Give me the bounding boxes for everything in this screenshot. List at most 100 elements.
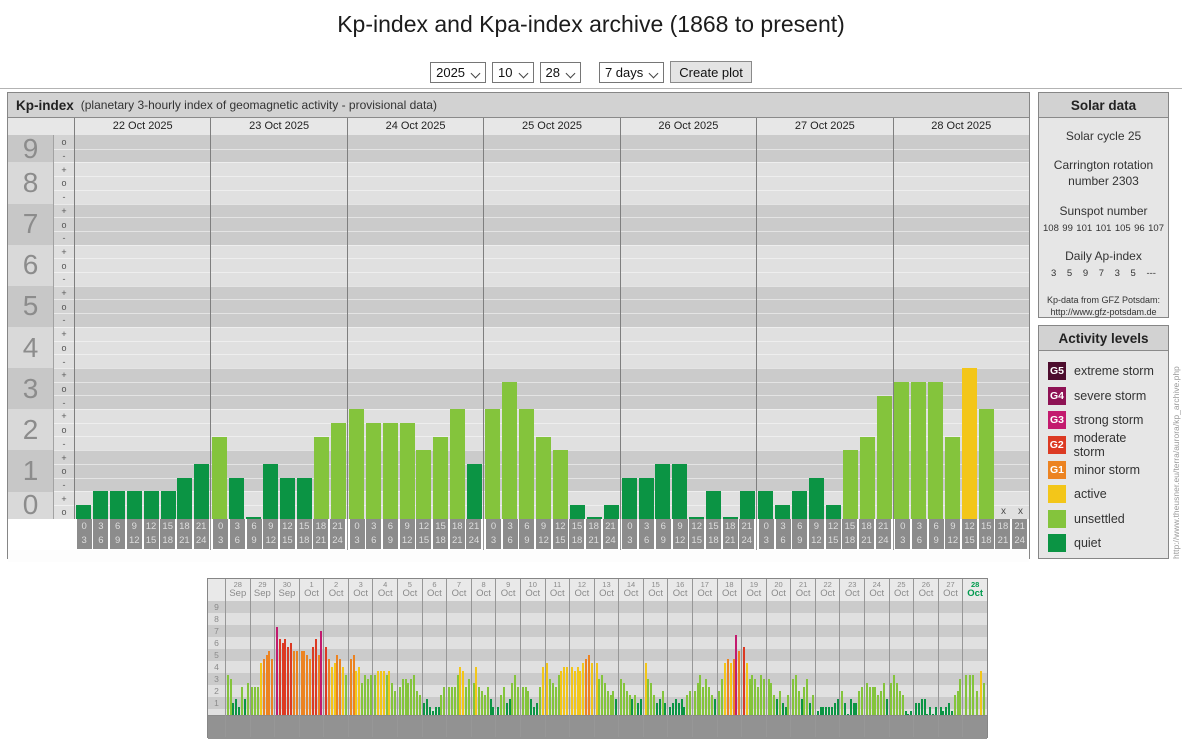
hour-label: 12 15 [552, 519, 568, 549]
overview-kp-bar [713, 699, 716, 715]
overview-day-label: 24 Oct [865, 579, 889, 601]
overview-kp-bar [748, 679, 751, 715]
kp-bar [280, 478, 296, 519]
overview-kp-bar [705, 679, 708, 715]
y-axis-label: 5 [8, 285, 53, 327]
overview-day-month: Oct [402, 588, 418, 599]
overview-kp-bar [622, 683, 625, 715]
hour-start: 18 [451, 521, 463, 532]
kp-index-chart-panel: Kp-index (planetary 3-hourly index of ge… [7, 92, 1030, 562]
hour-start: 9 [131, 521, 137, 532]
kp-bar [126, 491, 142, 519]
overview-kp-bar [606, 691, 609, 715]
overview-day-label: 10 Oct [521, 579, 545, 601]
y-axis-tick: o [54, 504, 74, 519]
overview-kp-bar [686, 695, 689, 715]
overview-kp-bar [702, 687, 705, 715]
overview-kp-bar [724, 663, 727, 715]
overview-bars [668, 601, 692, 715]
no-data-marker: x [1017, 506, 1023, 517]
overview-day-label: 28 Oct [963, 579, 987, 601]
overview-kp-bar [953, 695, 956, 715]
overview-kp-bar [344, 675, 347, 715]
overview-day-label: 3 Oct [349, 579, 373, 601]
overview-day-column: 9 Oct [495, 579, 520, 737]
hour-label: 03 [622, 519, 638, 549]
hour-label: 9 12 [399, 519, 415, 549]
hour-end: 18 [844, 535, 856, 546]
day-select[interactable]: 28 [539, 61, 581, 83]
overview-kp-bar [566, 667, 569, 715]
overview-kp-bar [631, 699, 634, 715]
overview-kp-bar [669, 707, 672, 715]
overview-day-month: Oct [427, 588, 442, 599]
overview-kp-bar [374, 675, 377, 715]
bar-slot [245, 135, 262, 519]
hour-start: 18 [588, 521, 599, 532]
activity-levels-title: Activity levels [1058, 330, 1149, 346]
overview-day-column: 28 Sep [225, 579, 250, 737]
y-axis-tick: - [54, 477, 74, 492]
bar-slot [365, 135, 382, 519]
overview-kp-bar [792, 679, 795, 715]
overview-kp-bar [407, 683, 410, 715]
overview-kp-bar [339, 659, 342, 715]
create-plot-button[interactable]: Create plot [670, 61, 752, 83]
overview-kp-bar [300, 651, 303, 715]
kp-bar [894, 382, 910, 519]
overview-kp-bar [923, 699, 926, 715]
kp-chart-header: Kp-index (planetary 3-hourly index of ge… [8, 93, 1029, 118]
overview-day-label: 13 Oct [595, 579, 619, 601]
overview-day-column: 13 Oct [593, 579, 619, 737]
overview-bars [619, 601, 643, 715]
overview-kp-bar [486, 687, 489, 715]
overview-day-label: 5 Oct [398, 579, 422, 601]
overview-day-month: Oct [820, 588, 836, 599]
source-url: http://www.gfz-potsdam.de [1050, 307, 1157, 318]
overview-kp-bar [259, 663, 262, 715]
overview-kp-bar [465, 687, 467, 715]
overview-kp-bar [644, 663, 647, 715]
overview-bars [890, 601, 914, 715]
hour-start: 21 [605, 521, 616, 532]
overview-day-month: Oct [476, 588, 491, 599]
overview-bars [840, 601, 864, 715]
kp-bar [229, 478, 245, 519]
overview-y-label: 9 [214, 602, 219, 612]
overview-day-column: 4 Oct [372, 579, 397, 737]
activity-level-label: moderate storm [1073, 431, 1127, 460]
hour-label: 21 24 [466, 519, 482, 549]
bar-slot [859, 135, 876, 519]
bar-slot [382, 135, 399, 519]
bar-slot [449, 135, 466, 519]
overview-kp-bar [382, 671, 385, 715]
year-select[interactable]: 2025 [430, 61, 487, 83]
hour-start: 21 [741, 521, 753, 532]
overview-kp-bar [500, 695, 503, 715]
overview-kp-bar [939, 707, 942, 715]
overview-kp-bar [696, 683, 699, 715]
hour-label: 36 [775, 519, 791, 549]
overview-day-month: Oct [869, 588, 885, 599]
y-axis-tick: o [54, 299, 74, 314]
overview-day-month: Oct [353, 588, 369, 599]
month-select[interactable]: 10 [492, 61, 534, 83]
overview-kp-bar [819, 707, 822, 715]
overview-kp-bar [910, 711, 913, 715]
overview-bars [251, 601, 275, 715]
hour-start: 9 [813, 521, 820, 532]
hour-end: 12 [265, 535, 277, 546]
overview-kp-bar [355, 671, 358, 715]
y-axis-tick: - [54, 313, 74, 327]
kp-bar [519, 409, 535, 519]
kp-bar [638, 478, 654, 519]
range-select[interactable]: 7 days [598, 61, 665, 83]
overview-kp-bar [306, 655, 309, 715]
overview-kp-bar [625, 691, 628, 715]
bar-slot [416, 135, 433, 519]
overview-kp-bar [742, 647, 745, 715]
overview-kp-bar [699, 675, 702, 715]
overview-kp-bar [683, 707, 686, 715]
overview-kp-bar [582, 663, 585, 715]
overview-kp-bar [707, 687, 710, 715]
